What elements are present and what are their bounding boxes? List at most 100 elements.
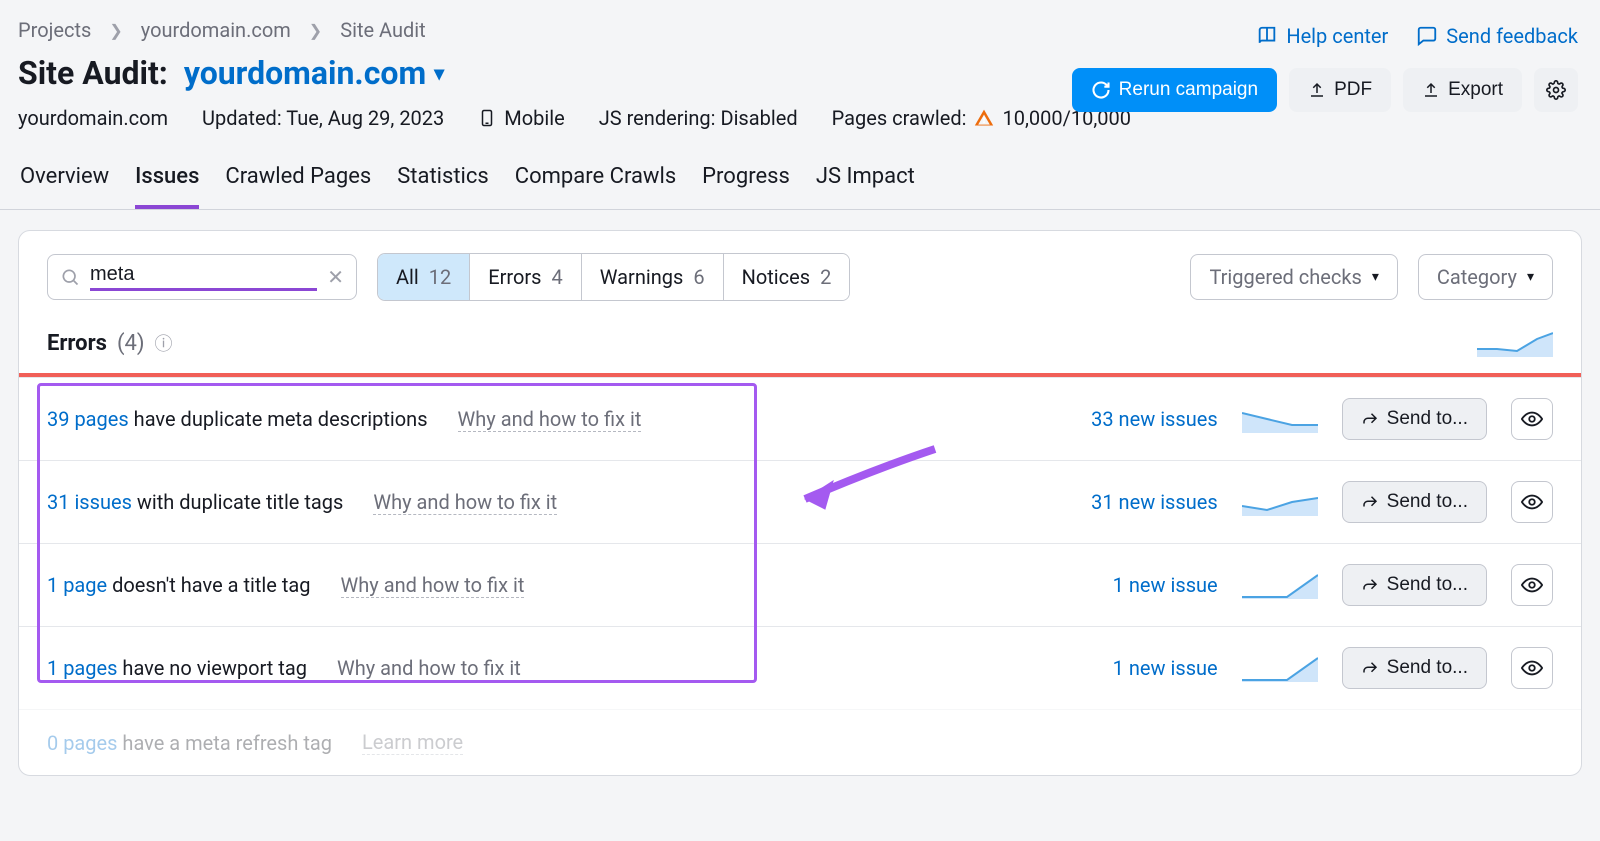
issue-text: with duplicate title tags <box>132 490 343 514</box>
errors-label: Errors <box>47 331 107 356</box>
why-how-link[interactable]: Why and how to fix it <box>341 573 525 598</box>
export-label: Export <box>1448 79 1503 101</box>
share-icon <box>1361 659 1379 677</box>
eye-icon <box>1521 657 1543 679</box>
view-button[interactable] <box>1511 564 1553 606</box>
issue-row: 1 pages have no viewport tag Why and how… <box>19 626 1581 709</box>
chevron-down-icon: ▾ <box>1527 269 1534 285</box>
search-icon <box>60 267 80 287</box>
view-button[interactable] <box>1511 647 1553 689</box>
why-how-link[interactable]: Why and how to fix it <box>458 407 642 432</box>
new-issues-link[interactable]: 1 new issue <box>1113 656 1218 680</box>
issue-count-link[interactable]: 39 pages <box>47 407 129 431</box>
issue-count-link[interactable]: 0 pages <box>47 731 117 755</box>
segment-all[interactable]: All 12 <box>378 254 470 300</box>
triggered-checks-dropdown[interactable]: Triggered checks ▾ <box>1190 254 1397 300</box>
meta-device: Mobile <box>478 106 564 130</box>
breadcrumb-domain[interactable]: yourdomain.com <box>141 18 291 42</box>
chevron-down-icon: ▾ <box>1372 269 1379 285</box>
feedback-icon <box>1416 25 1438 47</box>
issue-text: have no viewport tag <box>117 656 307 680</box>
new-issues-link[interactable]: 33 new issues <box>1091 407 1218 431</box>
chevron-right-icon: ❯ <box>309 21 322 40</box>
tab-progress[interactable]: Progress <box>702 164 790 209</box>
send-to-button[interactable]: Send to... <box>1342 647 1487 689</box>
why-how-link[interactable]: Why and how to fix it <box>373 490 557 515</box>
tab-js-impact[interactable]: JS Impact <box>816 164 915 209</box>
issue-count-link[interactable]: 1 page <box>47 573 107 597</box>
send-feedback-label: Send feedback <box>1446 24 1578 48</box>
page-title: Site Audit: <box>18 54 168 92</box>
segment-notices[interactable]: Notices 2 <box>724 254 850 300</box>
issue-row: 1 page doesn't have a title tag Why and … <box>19 543 1581 626</box>
issue-row: 39 pages have duplicate meta description… <box>19 377 1581 460</box>
share-icon <box>1361 410 1379 428</box>
new-issues-link[interactable]: 1 new issue <box>1113 573 1218 597</box>
learn-more-link[interactable]: Learn more <box>362 730 463 755</box>
rerun-label: Rerun campaign <box>1119 79 1258 101</box>
eye-icon <box>1521 491 1543 513</box>
send-to-button[interactable]: Send to... <box>1342 564 1487 606</box>
issue-count-link[interactable]: 1 pages <box>47 656 117 680</box>
why-how-link[interactable]: Why and how to fix it <box>337 656 521 681</box>
help-center-link[interactable]: Help center <box>1256 24 1388 48</box>
errors-count: (4) <box>117 331 145 356</box>
settings-button[interactable] <box>1534 68 1578 112</box>
chevron-right-icon: ❯ <box>109 21 122 40</box>
upload-icon <box>1422 81 1440 99</box>
send-to-button[interactable]: Send to... <box>1342 398 1487 440</box>
issue-row-faded: 0 pages have a meta refresh tag Learn mo… <box>19 709 1581 775</box>
refresh-icon <box>1091 80 1111 100</box>
errors-section-head: Errors (4) ⓘ <box>19 321 1581 369</box>
warning-icon <box>974 108 994 128</box>
trend-sparkline <box>1477 329 1553 357</box>
issue-text: have a meta refresh tag <box>117 731 332 755</box>
clear-search-icon[interactable]: ✕ <box>327 265 344 289</box>
breadcrumb-siteaudit[interactable]: Site Audit <box>340 18 426 42</box>
breadcrumb-projects[interactable]: Projects <box>18 18 91 42</box>
trend-sparkline <box>1242 654 1318 682</box>
rerun-campaign-button[interactable]: Rerun campaign <box>1072 68 1277 112</box>
eye-icon <box>1521 574 1543 596</box>
view-button[interactable] <box>1511 398 1553 440</box>
trend-sparkline <box>1242 571 1318 599</box>
domain-name: yourdomain.com <box>184 54 426 92</box>
tab-compare-crawls[interactable]: Compare Crawls <box>515 164 676 209</box>
pdf-label: PDF <box>1334 79 1372 101</box>
meta-updated: Updated: Tue, Aug 29, 2023 <box>202 106 444 130</box>
pdf-button[interactable]: PDF <box>1289 68 1391 112</box>
issue-row: 31 issues with duplicate title tags Why … <box>19 460 1581 543</box>
segment-errors[interactable]: Errors 4 <box>470 254 581 300</box>
meta-domain: yourdomain.com <box>18 106 168 130</box>
issue-count-link[interactable]: 31 issues <box>47 490 132 514</box>
mobile-icon <box>478 107 496 129</box>
send-to-button[interactable]: Send to... <box>1342 481 1487 523</box>
tab-issues[interactable]: Issues <box>135 164 199 209</box>
export-button[interactable]: Export <box>1403 68 1522 112</box>
search-input-wrap[interactable]: ✕ <box>47 254 357 300</box>
issue-text: have duplicate meta descriptions <box>129 407 428 431</box>
share-icon <box>1361 493 1379 511</box>
upload-icon <box>1308 81 1326 99</box>
share-icon <box>1361 576 1379 594</box>
new-issues-link[interactable]: 31 new issues <box>1091 490 1218 514</box>
info-icon[interactable]: ⓘ <box>155 330 173 356</box>
category-dropdown[interactable]: Category ▾ <box>1418 254 1553 300</box>
tab-statistics[interactable]: Statistics <box>397 164 489 209</box>
view-button[interactable] <box>1511 481 1553 523</box>
severity-segmented: All 12 Errors 4 Warnings 6 Notices 2 <box>377 253 850 301</box>
issues-card: ✕ All 12 Errors 4 Warnings 6 Notices 2 <box>18 230 1582 776</box>
domain-switcher[interactable]: yourdomain.com ▾ <box>184 54 444 92</box>
chevron-down-icon: ▾ <box>434 61 444 85</box>
help-center-label: Help center <box>1286 24 1388 48</box>
send-feedback-link[interactable]: Send feedback <box>1416 24 1578 48</box>
book-icon <box>1256 25 1278 47</box>
tab-overview[interactable]: Overview <box>20 164 109 209</box>
tab-bar: Overview Issues Crawled Pages Statistics… <box>18 164 1582 209</box>
search-input[interactable] <box>90 263 317 291</box>
tab-crawled-pages[interactable]: Crawled Pages <box>225 164 371 209</box>
segment-warnings[interactable]: Warnings 6 <box>582 254 724 300</box>
gear-icon <box>1546 80 1566 100</box>
meta-js: JS rendering: Disabled <box>599 106 798 130</box>
eye-icon <box>1521 408 1543 430</box>
